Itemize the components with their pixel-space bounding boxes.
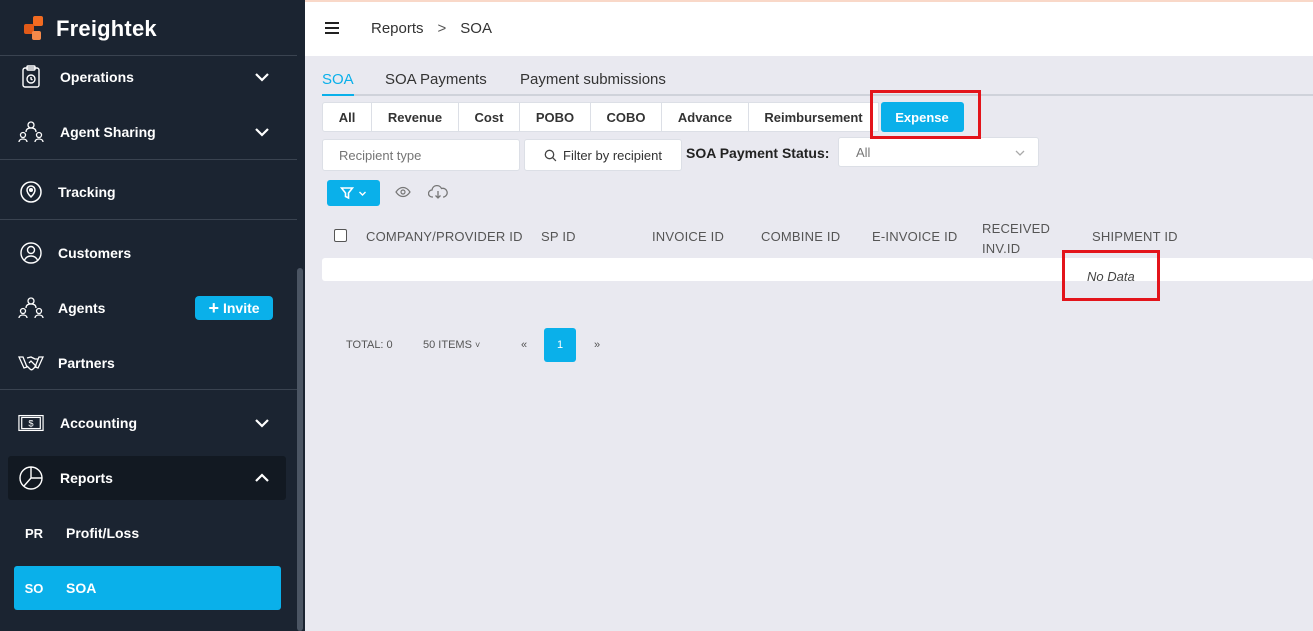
subitem-abbr: SO — [24, 580, 44, 596]
cloud-download-icon[interactable] — [428, 184, 448, 200]
highlight-box — [870, 90, 981, 139]
sidebar-item-label: Agent Sharing — [60, 124, 156, 140]
category-cobo-button[interactable]: COBO — [591, 102, 662, 132]
subitem-label: Profit/Loss — [66, 525, 140, 541]
funnel-icon — [340, 187, 354, 200]
clipboard-icon — [18, 64, 44, 90]
handshake-icon — [18, 350, 44, 376]
next-page-button[interactable]: » — [594, 339, 600, 351]
chevron-down-icon — [359, 191, 366, 196]
recipient-type-input[interactable] — [322, 139, 520, 171]
filter-by-recipient-button[interactable]: Filter by recipient — [524, 139, 682, 171]
sidebar-divider — [0, 389, 297, 390]
sidebar-subitem-soa[interactable]: SO SOA — [14, 566, 281, 610]
column-header-received-inv-id[interactable]: RECEIVED INV.ID — [982, 219, 1050, 259]
share-people-icon — [18, 119, 44, 145]
chevron-down-icon: ˅ — [474, 340, 481, 350]
app-logo[interactable]: Freightek — [22, 14, 157, 44]
user-circle-icon — [18, 240, 44, 266]
category-all-button[interactable]: All — [322, 102, 372, 132]
tab-bar: SOA SOA Payments Payment submissions — [322, 66, 1313, 96]
subitem-label: SOA — [66, 580, 97, 596]
column-header-invoice-id[interactable]: INVOICE ID — [652, 229, 724, 244]
sidebar-divider — [0, 159, 297, 160]
subitem-abbr: PR — [24, 525, 44, 541]
sidebar-item-customers[interactable]: Customers — [8, 230, 286, 276]
sidebar-subitem-profit-loss[interactable]: PR Profit/Loss — [14, 511, 281, 555]
tab-soa-payments[interactable]: SOA Payments — [385, 71, 487, 94]
invite-button[interactable]: + Invite — [195, 296, 273, 320]
chevron-down-icon — [255, 128, 269, 137]
column-header-combine-id[interactable]: COMBINE ID — [761, 229, 840, 244]
app-name: Freightek — [56, 16, 157, 41]
status-select-value: All — [856, 144, 871, 160]
sidebar-item-tracking[interactable]: Tracking — [8, 169, 286, 215]
sidebar-item-partners[interactable]: Partners — [8, 340, 286, 386]
soa-payment-status-select[interactable]: All — [838, 137, 1039, 167]
sidebar-item-label: Tracking — [58, 184, 116, 200]
menu-icon[interactable] — [325, 22, 339, 36]
chevron-up-icon — [255, 473, 269, 482]
category-pobo-button[interactable]: POBO — [520, 102, 591, 132]
sidebar-item-label: Customers — [58, 245, 132, 261]
category-advance-button[interactable]: Advance — [662, 102, 749, 132]
column-header-line: INV.ID — [982, 241, 1021, 256]
dollar-bill-icon: $ — [18, 410, 44, 436]
category-revenue-button[interactable]: Revenue — [372, 102, 459, 132]
sidebar-item-label: Accounting — [60, 415, 137, 431]
chevron-down-icon — [255, 73, 269, 82]
sidebar-item-label: Agents — [58, 300, 106, 316]
search-icon — [544, 149, 557, 161]
logo-icon — [22, 15, 50, 43]
category-filter-group: All Revenue Cost POBO COBO Advance Reimb… — [322, 102, 964, 132]
plus-icon: + — [208, 298, 219, 318]
sidebar-item-operations[interactable]: Operations — [8, 54, 286, 100]
highlight-box — [1062, 250, 1160, 301]
location-pin-icon — [18, 179, 44, 205]
column-header-shipment-id[interactable]: SHIPMENT ID — [1092, 229, 1178, 244]
tab-soa[interactable]: SOA — [322, 71, 354, 96]
prev-page-button[interactable]: « — [521, 339, 527, 351]
table-header: COMPANY/PROVIDER ID SP ID INVOICE ID COM… — [322, 214, 1313, 258]
page-size-value: 50 ITEMS — [423, 339, 472, 351]
agents-icon — [18, 295, 44, 321]
category-reimbursement-button[interactable]: Reimbursement — [749, 102, 879, 132]
column-header-sp-id[interactable]: SP ID — [541, 229, 576, 244]
pagination-total: TOTAL: 0 — [346, 339, 393, 351]
pie-chart-icon — [18, 465, 44, 491]
page-number-button[interactable]: 1 — [544, 328, 576, 362]
chevron-down-icon — [1015, 150, 1025, 156]
sidebar-item-accounting[interactable]: $ Accounting — [8, 400, 286, 446]
sidebar-divider — [0, 219, 297, 220]
breadcrumb-parent[interactable]: Reports — [371, 20, 424, 37]
sidebar-item-label: Reports — [60, 470, 113, 486]
sidebar-item-label: Operations — [60, 69, 134, 85]
column-header-company-provider-id[interactable]: COMPANY/PROVIDER ID — [366, 229, 523, 244]
soa-payment-status-label: SOA Payment Status: — [686, 145, 830, 161]
category-cost-button[interactable]: Cost — [459, 102, 520, 132]
filter-button-label: Filter by recipient — [563, 147, 662, 163]
invite-label: Invite — [222, 300, 260, 316]
sidebar-item-reports[interactable]: Reports — [8, 456, 286, 500]
filter-dropdown-button[interactable] — [327, 180, 380, 206]
breadcrumb-current: SOA — [460, 20, 492, 37]
table-body — [322, 258, 1313, 281]
column-header-e-invoice-id[interactable]: E-INVOICE ID — [872, 229, 957, 244]
sidebar-item-label: Partners — [58, 355, 115, 371]
eye-icon[interactable] — [395, 186, 411, 198]
sidebar: Freightek Operations Agent Sharing Track… — [0, 0, 305, 631]
top-bar: Reports > SOA — [305, 0, 1313, 56]
sidebar-item-agent-sharing[interactable]: Agent Sharing — [8, 109, 286, 155]
breadcrumb: Reports > SOA — [371, 20, 492, 37]
svg-text:$: $ — [28, 419, 33, 429]
tab-payment-submissions[interactable]: Payment submissions — [520, 71, 666, 94]
page-size-select[interactable]: 50 ITEMS ˅ — [423, 339, 480, 351]
select-all-checkbox[interactable] — [334, 229, 347, 242]
sidebar-scrollbar[interactable] — [297, 268, 303, 631]
chevron-down-icon — [255, 419, 269, 428]
column-header-line: RECEIVED — [982, 221, 1051, 236]
sidebar-item-agents[interactable]: Agents + Invite — [8, 285, 286, 331]
breadcrumb-separator: > — [437, 20, 447, 37]
